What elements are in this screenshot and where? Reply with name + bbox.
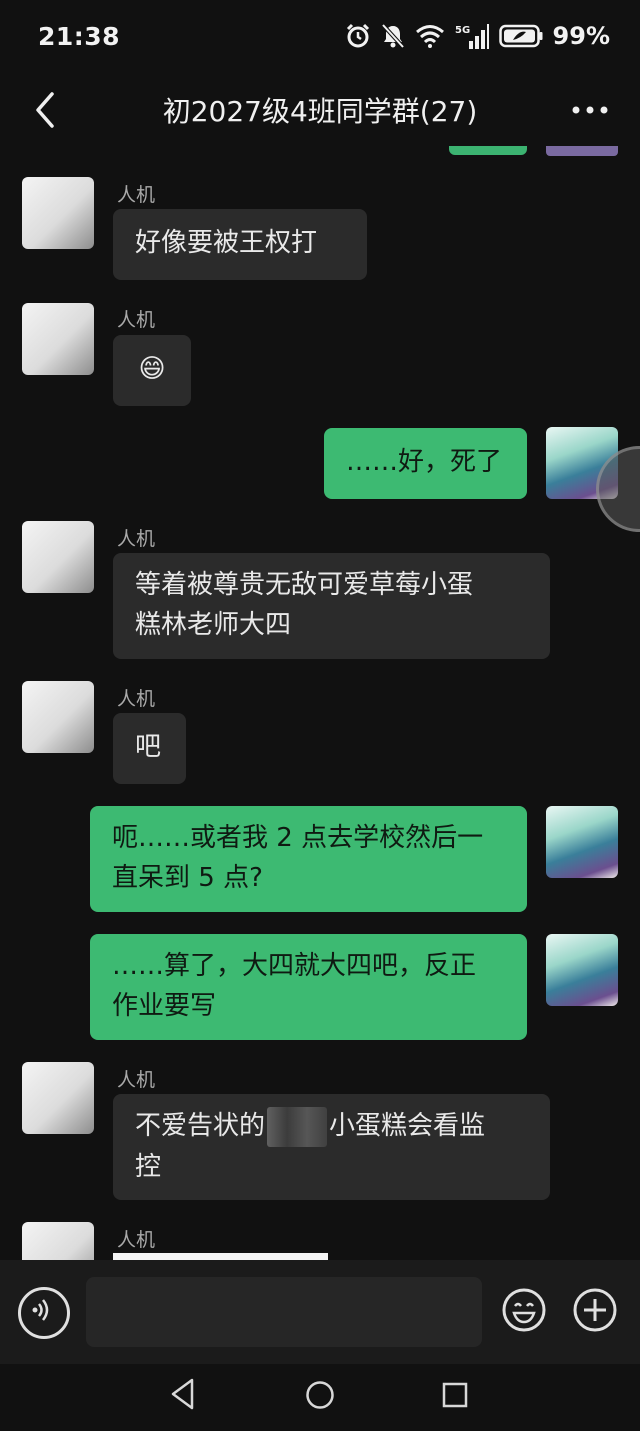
- status-time: 21:38: [38, 22, 121, 51]
- message-line: 作业要写: [112, 991, 217, 1021]
- system-nav-bar: [0, 1364, 640, 1431]
- network-label: 5G: [455, 25, 470, 36]
- sender-avatar[interactable]: [22, 1222, 94, 1260]
- status-icons: 5G 99%: [345, 22, 610, 50]
- incoming-message-bubble[interactable]: 不爱告状的 小蛋糕会看监 控: [113, 1094, 550, 1200]
- wifi-icon: [415, 25, 444, 48]
- sender-avatar[interactable]: [22, 521, 94, 593]
- message-list[interactable]: 人机 好像要被王权打 人机 😄 ……好，死了 人机 等着被尊贵无敌可爱草莓小蛋 …: [0, 146, 640, 1260]
- incoming-message-bubble[interactable]: 好像要被王权打: [113, 209, 367, 280]
- nav-recents-button[interactable]: [442, 1382, 468, 1408]
- battery-icon: [498, 24, 543, 48]
- plus-button[interactable]: [572, 1287, 618, 1333]
- battery-percent: 99%: [552, 22, 610, 50]
- sender-name: 人机: [117, 688, 156, 710]
- incoming-message-bubble[interactable]: 吧: [113, 713, 186, 784]
- message-line: 糕林老师大四: [135, 610, 292, 640]
- nav-home-button[interactable]: [305, 1380, 335, 1410]
- emoji-button[interactable]: [501, 1287, 547, 1333]
- my-avatar[interactable]: [546, 934, 618, 1006]
- my-avatar[interactable]: [546, 806, 618, 878]
- sender-name: 人机: [117, 1229, 156, 1251]
- sender-name: 人机: [117, 184, 156, 206]
- blurred-name: [267, 1106, 328, 1147]
- voice-icon: [32, 1299, 49, 1321]
- incoming-emoji-bubble[interactable]: 😄: [113, 335, 191, 406]
- message-text-part: 小蛋糕会看监: [329, 1111, 486, 1141]
- outgoing-message-bubble[interactable]: ……算了，大四就大四吧，反正 作业要写: [90, 934, 527, 1040]
- sender-name: 人机: [117, 1069, 156, 1091]
- message-line: 直呆到 5 点?: [112, 863, 263, 893]
- chat-title: 初2027级4班同学群(27): [162, 95, 478, 128]
- message-text-part: 不爱告状的: [135, 1111, 266, 1141]
- sender-avatar[interactable]: [22, 303, 94, 375]
- incoming-message-bubble[interactable]: 等着被尊贵无敌可爱草莓小蛋 糕林老师大四: [113, 553, 550, 659]
- chat-header: 初2027级4班同学群(27): [0, 76, 640, 146]
- partial-message-bubble[interactable]: [113, 1253, 328, 1260]
- signal-icon: 5G: [455, 24, 489, 49]
- previous-avatar-edge: [546, 146, 618, 156]
- sender-name: 人机: [117, 309, 156, 331]
- message-line: ……算了，大四就大四吧，反正: [112, 951, 477, 981]
- sender-avatar[interactable]: [22, 681, 94, 753]
- message-line: 呃……或者我 2 点去学校然后一: [112, 823, 484, 853]
- message-input[interactable]: [86, 1277, 482, 1347]
- mute-icon: [381, 23, 405, 49]
- previous-outgoing-bubble-edge: [449, 146, 527, 155]
- nav-back-button[interactable]: [168, 1376, 198, 1412]
- input-bar: [0, 1260, 640, 1364]
- more-options-button[interactable]: [570, 98, 610, 122]
- status-bar: 21:38 5G 99%: [0, 0, 640, 76]
- message-line: 等着被尊贵无敌可爱草莓小蛋: [135, 570, 474, 600]
- sender-avatar[interactable]: [22, 1062, 94, 1134]
- sender-avatar[interactable]: [22, 177, 94, 249]
- message-line: 不爱告状的 小蛋糕会看监: [135, 1106, 528, 1147]
- outgoing-message-bubble[interactable]: 呃……或者我 2 点去学校然后一 直呆到 5 点?: [90, 806, 527, 912]
- alarm-icon: [346, 23, 369, 48]
- message-line: 控: [135, 1151, 162, 1182]
- voice-button[interactable]: [18, 1287, 70, 1339]
- outgoing-message-bubble[interactable]: ……好，死了: [324, 428, 527, 499]
- sender-name: 人机: [117, 528, 156, 550]
